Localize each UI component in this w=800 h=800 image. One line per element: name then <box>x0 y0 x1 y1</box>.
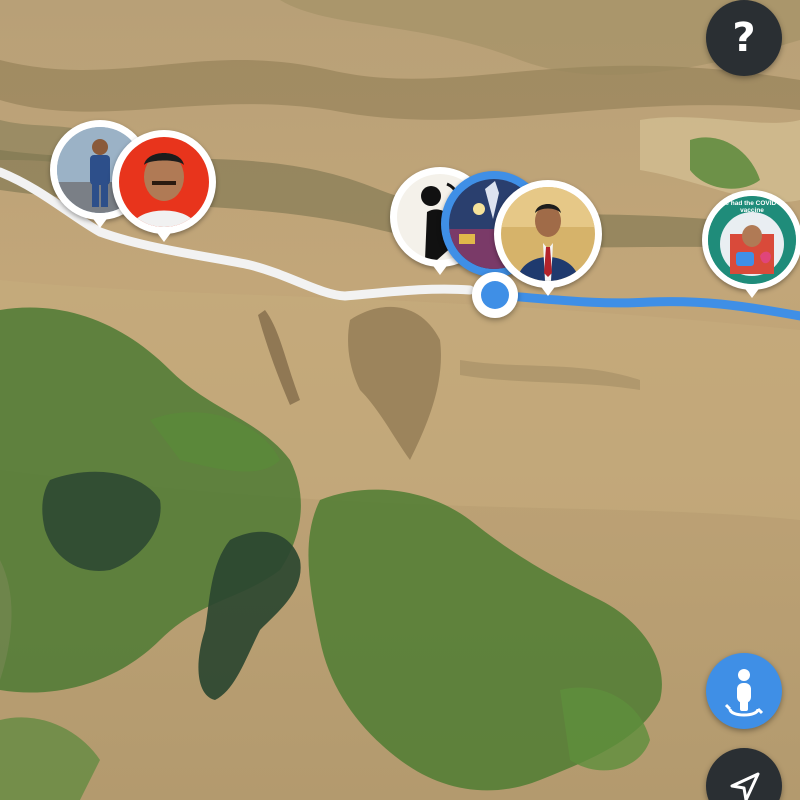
profile-photo <box>501 187 595 281</box>
navigation-button[interactable] <box>706 748 782 800</box>
profile-photo <box>119 137 209 227</box>
satellite-map[interactable]: I've had the COVID-19 vaccine ? <box>0 0 800 800</box>
vaccine-badge-text: I've had the COVID-19 vaccine <box>718 200 786 214</box>
street-view-button[interactable] <box>706 653 782 729</box>
user-pin-b[interactable] <box>112 130 216 250</box>
question-mark-icon: ? <box>732 15 756 61</box>
pegman-icon <box>724 669 764 717</box>
user-pin-f-vaccine[interactable]: I've had the COVID-19 vaccine <box>702 190 800 310</box>
current-location-dot[interactable] <box>472 272 518 318</box>
navigation-arrow-icon <box>730 772 760 800</box>
help-button[interactable]: ? <box>706 0 782 76</box>
vaccine-badge-photo: I've had the COVID-19 vaccine <box>708 196 796 284</box>
